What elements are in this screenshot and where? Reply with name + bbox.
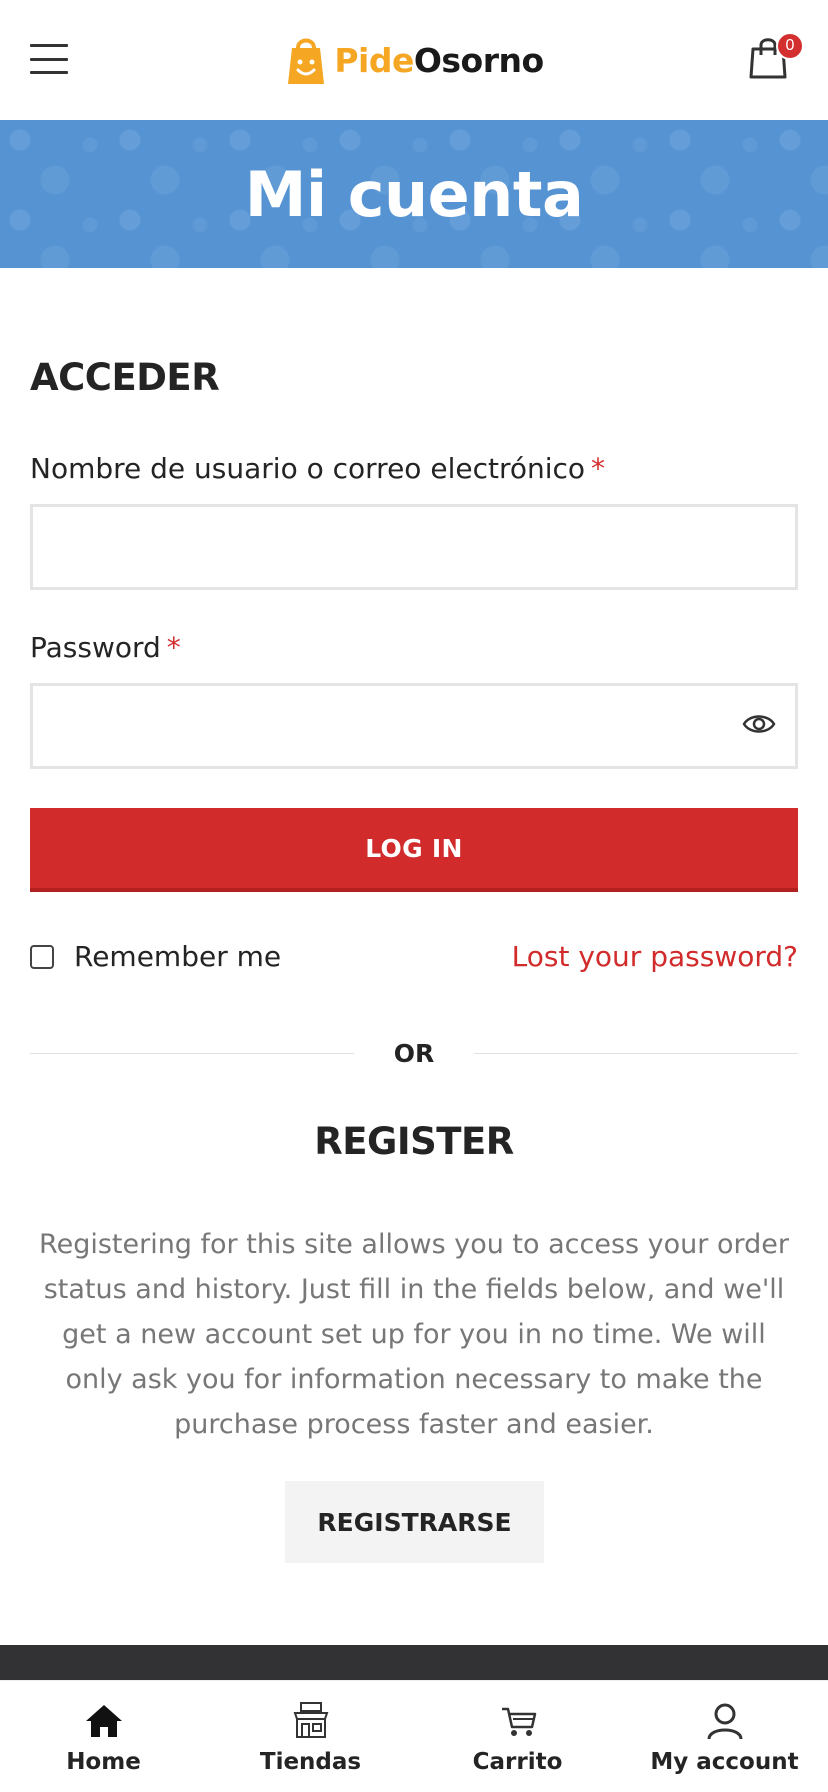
- register-description: Registering for this site allows you to …: [39, 1229, 789, 1440]
- nav-item-home[interactable]: Home: [0, 1681, 207, 1792]
- register-heading: REGISTER: [314, 1120, 514, 1163]
- username-label-text: Nombre de usuario o correo electrónico: [30, 452, 586, 485]
- remember-me-toggle[interactable]: Remember me: [30, 940, 281, 973]
- bottom-navigation: Home Tiendas Carrito My account: [0, 1680, 828, 1792]
- page-title: Mi cuenta: [244, 157, 584, 231]
- remember-me-checkbox[interactable]: [30, 944, 54, 969]
- site-header: PideOsorno 0: [0, 0, 828, 120]
- or-text: OR: [393, 1038, 435, 1068]
- nav-item-my-account[interactable]: My account: [621, 1681, 828, 1792]
- home-icon: [85, 1705, 122, 1737]
- nav-label: My account: [650, 1749, 799, 1775]
- hamburger-icon[interactable]: [30, 44, 68, 74]
- nav-item-carrito[interactable]: Carrito: [414, 1681, 621, 1792]
- remember-me-label: Remember me: [74, 940, 282, 973]
- cart-count-badge: 0: [776, 32, 804, 60]
- login-button[interactable]: LOG IN: [30, 808, 798, 892]
- password-input[interactable]: [30, 683, 798, 769]
- or-divider: OR: [30, 1038, 799, 1068]
- footer-strip: [0, 1645, 828, 1685]
- show-password-eye-icon[interactable]: [742, 712, 776, 736]
- divider-line: [30, 1052, 354, 1054]
- logo-text-osorno: Osorno: [413, 40, 544, 80]
- cart-icon: [501, 1707, 536, 1736]
- password-label-text: Password: [30, 631, 161, 664]
- required-asterisk: *: [591, 452, 606, 485]
- password-label: Password *: [30, 631, 181, 664]
- lost-password-link[interactable]: Lost your password?: [512, 940, 798, 973]
- nav-label: Home: [66, 1749, 141, 1775]
- cart-button[interactable]: 0: [748, 32, 804, 84]
- username-label: Nombre de usuario o correo electrónico *: [30, 452, 605, 485]
- user-icon: [707, 1703, 742, 1740]
- register-button[interactable]: REGISTRARSE: [285, 1481, 544, 1563]
- required-asterisk: *: [166, 631, 181, 664]
- nav-item-tiendas[interactable]: Tiendas: [207, 1681, 414, 1792]
- divider-line: [474, 1052, 799, 1054]
- page-banner: Mi cuenta: [0, 120, 828, 268]
- nav-label: Carrito: [472, 1749, 563, 1775]
- login-heading: ACCEDER: [30, 356, 220, 399]
- logo-text-pide: Pide: [334, 40, 414, 80]
- logo-bag-icon: [288, 38, 325, 84]
- store-icon: [293, 1702, 328, 1738]
- username-input[interactable]: [30, 504, 798, 590]
- nav-label: Tiendas: [259, 1749, 362, 1775]
- site-logo[interactable]: PideOsorno: [284, 34, 544, 86]
